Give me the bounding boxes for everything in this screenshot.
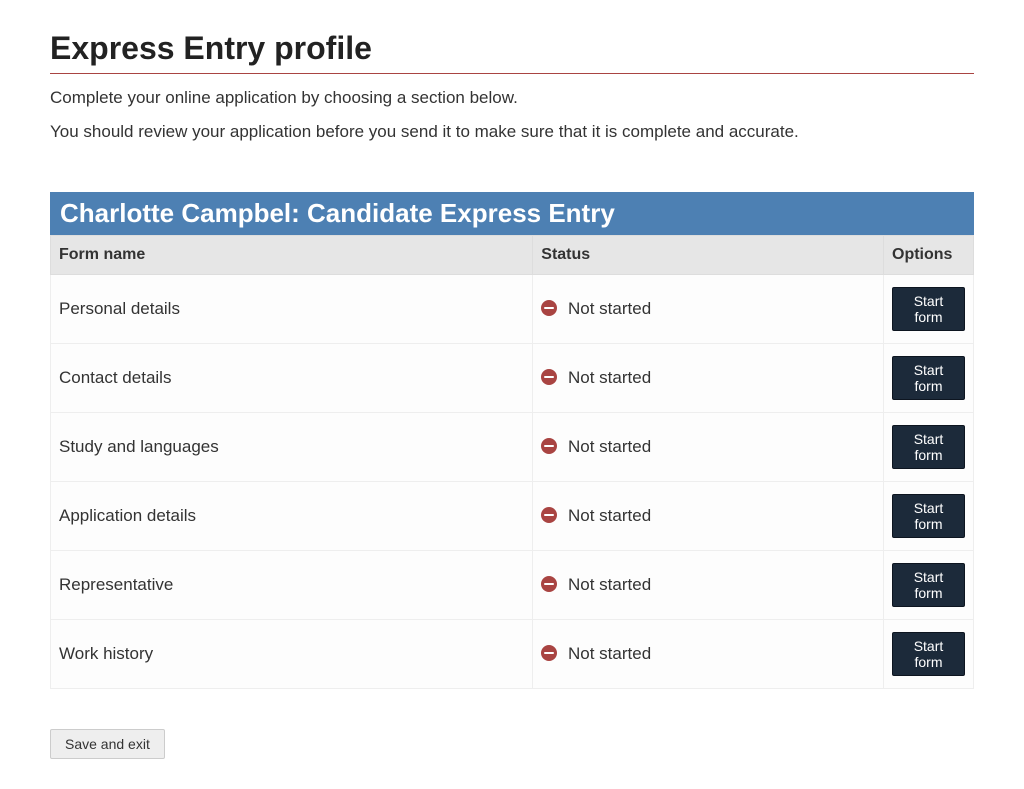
not-started-icon (541, 300, 557, 316)
not-started-icon (541, 645, 557, 661)
intro-line-2: You should review your application befor… (50, 122, 974, 142)
table-row: Personal details Not started Start form (51, 275, 974, 344)
table-row: Contact details Not started Start form (51, 344, 974, 413)
status-text: Not started (568, 368, 651, 387)
save-and-exit-button[interactable]: Save and exit (50, 729, 165, 759)
status-text: Not started (568, 299, 651, 318)
form-name-cell: Study and languages (51, 413, 533, 482)
page-title: Express Entry profile (50, 30, 974, 74)
form-name-cell: Work history (51, 620, 533, 689)
forms-table: Form name Status Options Personal detail… (50, 235, 974, 689)
start-form-button[interactable]: Start form (892, 425, 965, 469)
col-form-name: Form name (51, 236, 533, 275)
table-row: Work history Not started Start form (51, 620, 974, 689)
not-started-icon (541, 369, 557, 385)
start-form-button[interactable]: Start form (892, 563, 965, 607)
status-cell: Not started (533, 620, 884, 689)
col-options: Options (884, 236, 974, 275)
start-form-button[interactable]: Start form (892, 287, 965, 331)
form-name-cell: Representative (51, 551, 533, 620)
col-status: Status (533, 236, 884, 275)
start-form-button[interactable]: Start form (892, 494, 965, 538)
table-row: Representative Not started Start form (51, 551, 974, 620)
intro-line-1: Complete your online application by choo… (50, 88, 974, 108)
form-name-cell: Personal details (51, 275, 533, 344)
not-started-icon (541, 507, 557, 523)
status-cell: Not started (533, 344, 884, 413)
status-cell: Not started (533, 551, 884, 620)
start-form-button[interactable]: Start form (892, 356, 965, 400)
status-cell: Not started (533, 275, 884, 344)
status-cell: Not started (533, 413, 884, 482)
form-name-cell: Contact details (51, 344, 533, 413)
status-text: Not started (568, 575, 651, 594)
table-row: Application details Not started Start fo… (51, 482, 974, 551)
status-text: Not started (568, 437, 651, 456)
start-form-button[interactable]: Start form (892, 632, 965, 676)
not-started-icon (541, 576, 557, 592)
not-started-icon (541, 438, 557, 454)
table-row: Study and languages Not started Start fo… (51, 413, 974, 482)
form-name-cell: Application details (51, 482, 533, 551)
candidate-section: Charlotte Campbel: Candidate Express Ent… (50, 192, 974, 689)
status-text: Not started (568, 506, 651, 525)
section-header: Charlotte Campbel: Candidate Express Ent… (50, 192, 974, 235)
status-cell: Not started (533, 482, 884, 551)
status-text: Not started (568, 644, 651, 663)
